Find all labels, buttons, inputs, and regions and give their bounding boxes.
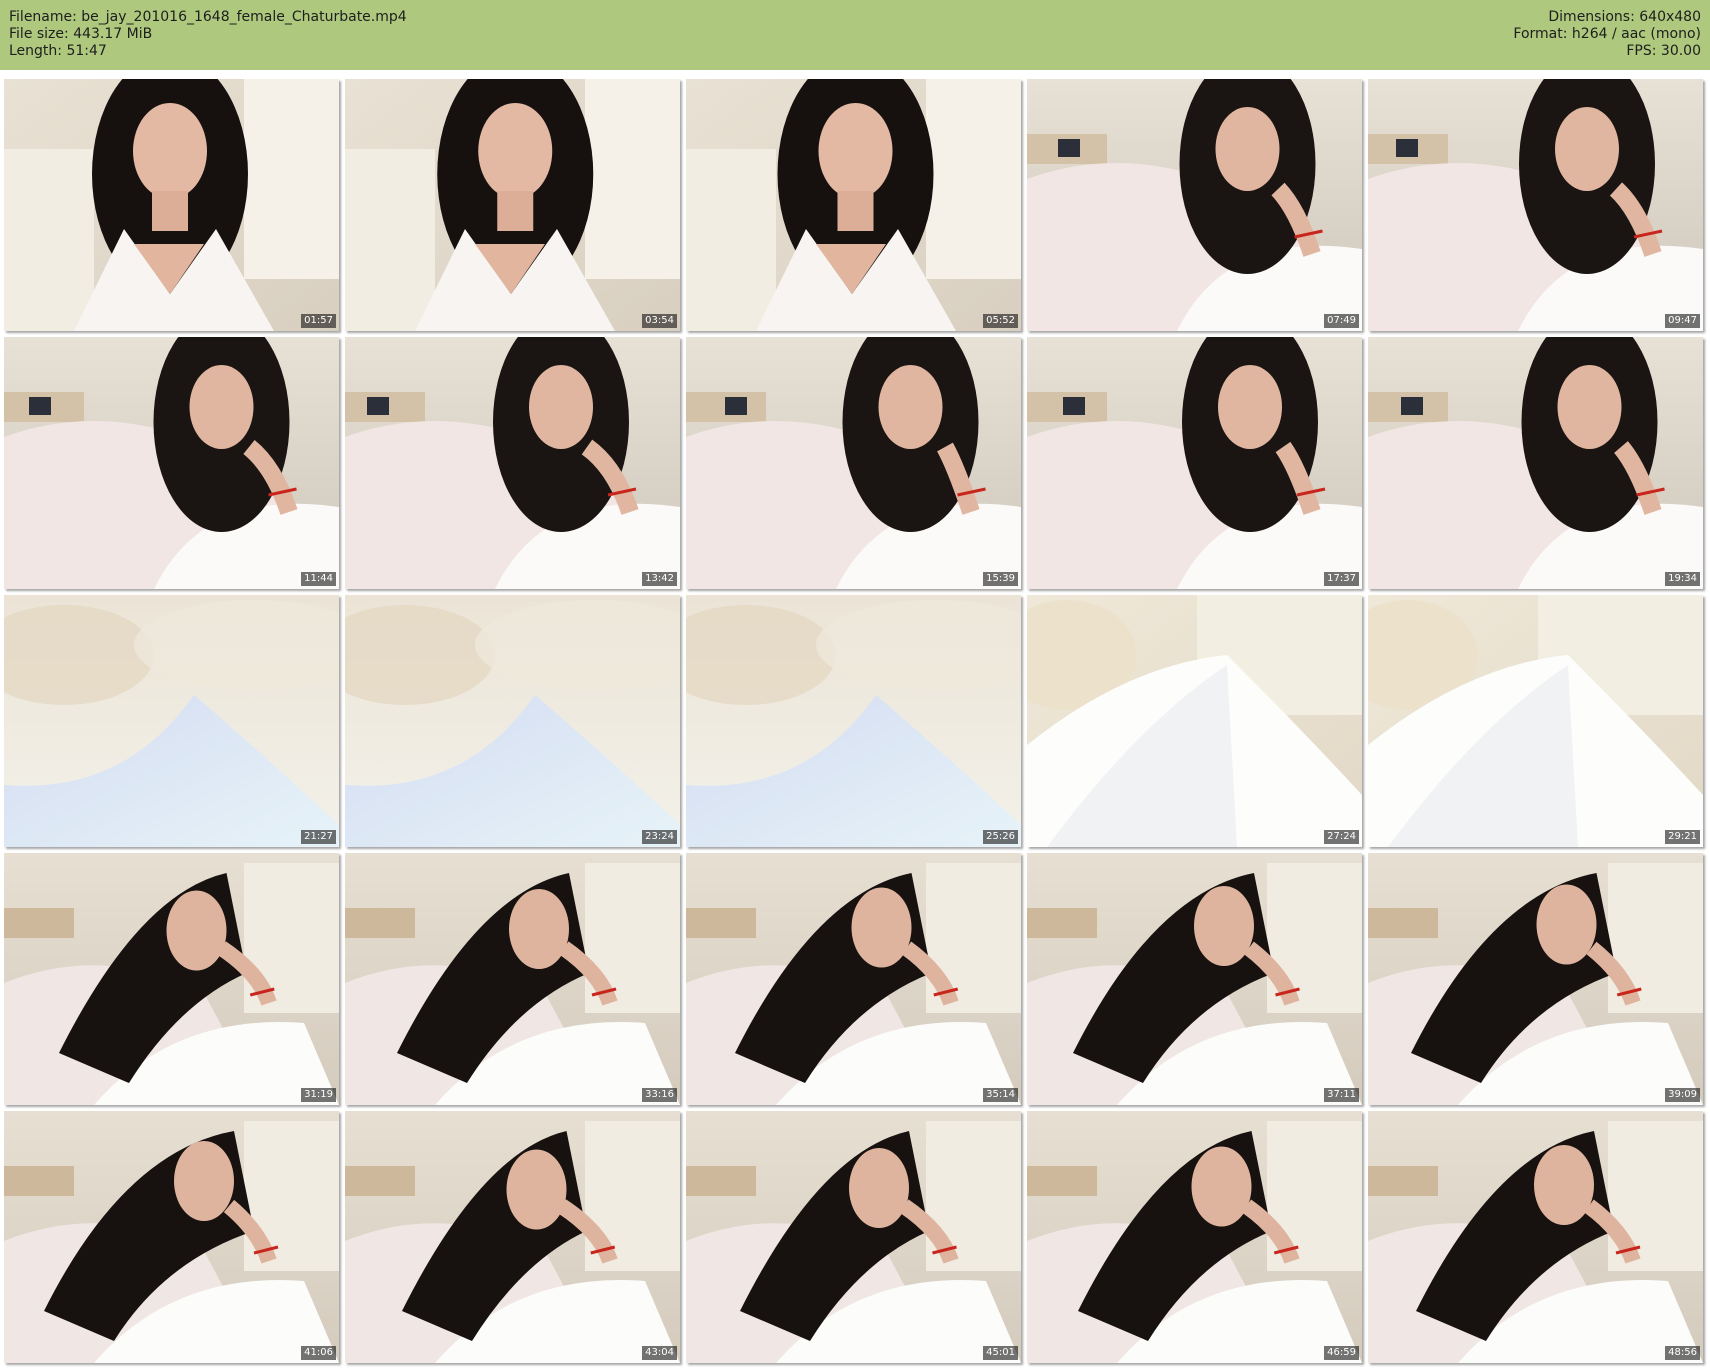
- thumbnail-image: [4, 595, 339, 847]
- thumbnail-timestamp: 07:49: [1324, 314, 1359, 328]
- thumbnail-timestamp: 39:09: [1665, 1088, 1700, 1102]
- thumbnail: 45:01: [686, 1111, 1021, 1363]
- thumbnail-timestamp: 25:26: [983, 830, 1018, 844]
- thumbnail: 29:21: [1368, 595, 1703, 847]
- thumbnail-image: [1027, 1111, 1362, 1363]
- thumbnail-image: [345, 79, 680, 331]
- thumbnail: 48:56: [1368, 1111, 1703, 1363]
- thumbnail-image: [686, 1111, 1021, 1363]
- thumbnail-image: [1027, 337, 1362, 589]
- thumbnail-timestamp: 45:01: [983, 1346, 1018, 1360]
- thumbnail-image: [4, 1111, 339, 1363]
- thumbnail-grid: 01:57 03:54 05:52 07:49 09:47 11:44 13:4…: [4, 79, 1706, 1366]
- filename-text: Filename: be_jay_201016_1648_female_Chat…: [9, 9, 407, 25]
- file-info-header: Filename: be_jay_201016_1648_female_Chat…: [0, 0, 1710, 70]
- fps-text: FPS: 30.00: [1626, 43, 1701, 59]
- thumbnail-image: [686, 79, 1021, 331]
- thumbnail-image: [1027, 853, 1362, 1105]
- thumbnail: 21:27: [4, 595, 339, 847]
- thumbnail-timestamp: 21:27: [301, 830, 336, 844]
- thumbnail-image: [1027, 79, 1362, 331]
- thumbnail: 46:59: [1027, 1111, 1362, 1363]
- thumbnail: 43:04: [345, 1111, 680, 1363]
- thumbnail-timestamp: 19:34: [1665, 572, 1700, 586]
- thumbnail-image: [1368, 1111, 1703, 1363]
- thumbnail-image: [686, 337, 1021, 589]
- thumbnail-image: [1368, 79, 1703, 331]
- thumbnail-image: [4, 79, 339, 331]
- dimensions-text: Dimensions: 640x480: [1548, 9, 1701, 25]
- thumbnail-timestamp: 35:14: [983, 1088, 1018, 1102]
- thumbnail-timestamp: 41:06: [301, 1346, 336, 1360]
- thumbnail: 39:09: [1368, 853, 1703, 1105]
- thumbnail-timestamp: 17:37: [1324, 572, 1359, 586]
- thumbnail: 33:16: [345, 853, 680, 1105]
- thumbnail: 07:49: [1027, 79, 1362, 331]
- thumbnail-image: [4, 337, 339, 589]
- thumbnail: 41:06: [4, 1111, 339, 1363]
- thumbnail-image: [345, 595, 680, 847]
- thumbnail-timestamp: 15:39: [983, 572, 1018, 586]
- thumbnail-timestamp: 23:24: [642, 830, 677, 844]
- thumbnail: 01:57: [4, 79, 339, 331]
- thumbnail: 15:39: [686, 337, 1021, 589]
- thumbnail-timestamp: 01:57: [301, 314, 336, 328]
- thumbnail-timestamp: 27:24: [1324, 830, 1359, 844]
- thumbnail: 05:52: [686, 79, 1021, 331]
- length-text: Length: 51:47: [9, 43, 107, 59]
- thumbnail-timestamp: 43:04: [642, 1346, 677, 1360]
- thumbnail-timestamp: 37:11: [1324, 1088, 1359, 1102]
- thumbnail-image: [345, 853, 680, 1105]
- thumbnail: 37:11: [1027, 853, 1362, 1105]
- thumbnail-timestamp: 09:47: [1665, 314, 1700, 328]
- thumbnail: 03:54: [345, 79, 680, 331]
- thumbnail: 35:14: [686, 853, 1021, 1105]
- thumbnail-image: [1368, 337, 1703, 589]
- thumbnail-image: [1368, 853, 1703, 1105]
- thumbnail: 09:47: [1368, 79, 1703, 331]
- format-text: Format: h264 / aac (mono): [1513, 26, 1701, 42]
- thumbnail: 25:26: [686, 595, 1021, 847]
- thumbnail-timestamp: 11:44: [301, 572, 336, 586]
- thumbnail-image: [345, 1111, 680, 1363]
- thumbnail: 17:37: [1027, 337, 1362, 589]
- thumbnail-timestamp: 03:54: [642, 314, 677, 328]
- thumbnail: 27:24: [1027, 595, 1362, 847]
- thumbnail-timestamp: 31:19: [301, 1088, 336, 1102]
- filesize-text: File size: 443.17 MiB: [9, 26, 153, 42]
- thumbnail-image: [345, 337, 680, 589]
- thumbnail-timestamp: 33:16: [642, 1088, 677, 1102]
- thumbnail: 11:44: [4, 337, 339, 589]
- thumbnail: 19:34: [1368, 337, 1703, 589]
- thumbnail-image: [686, 595, 1021, 847]
- thumbnail-image: [1368, 595, 1703, 847]
- thumbnail: 31:19: [4, 853, 339, 1105]
- thumbnail-timestamp: 05:52: [983, 314, 1018, 328]
- thumbnail-image: [686, 853, 1021, 1105]
- thumbnail-image: [4, 853, 339, 1105]
- thumbnail-timestamp: 13:42: [642, 572, 677, 586]
- thumbnail-timestamp: 46:59: [1324, 1346, 1359, 1360]
- thumbnail-timestamp: 29:21: [1665, 830, 1700, 844]
- file-info-left: Filename: be_jay_201016_1648_female_Chat…: [9, 9, 407, 60]
- thumbnail: 13:42: [345, 337, 680, 589]
- thumbnail-timestamp: 48:56: [1665, 1346, 1700, 1360]
- thumbnail: 23:24: [345, 595, 680, 847]
- thumbnail-image: [1027, 595, 1362, 847]
- file-info-right: Dimensions: 640x480 Format: h264 / aac (…: [1513, 9, 1701, 60]
